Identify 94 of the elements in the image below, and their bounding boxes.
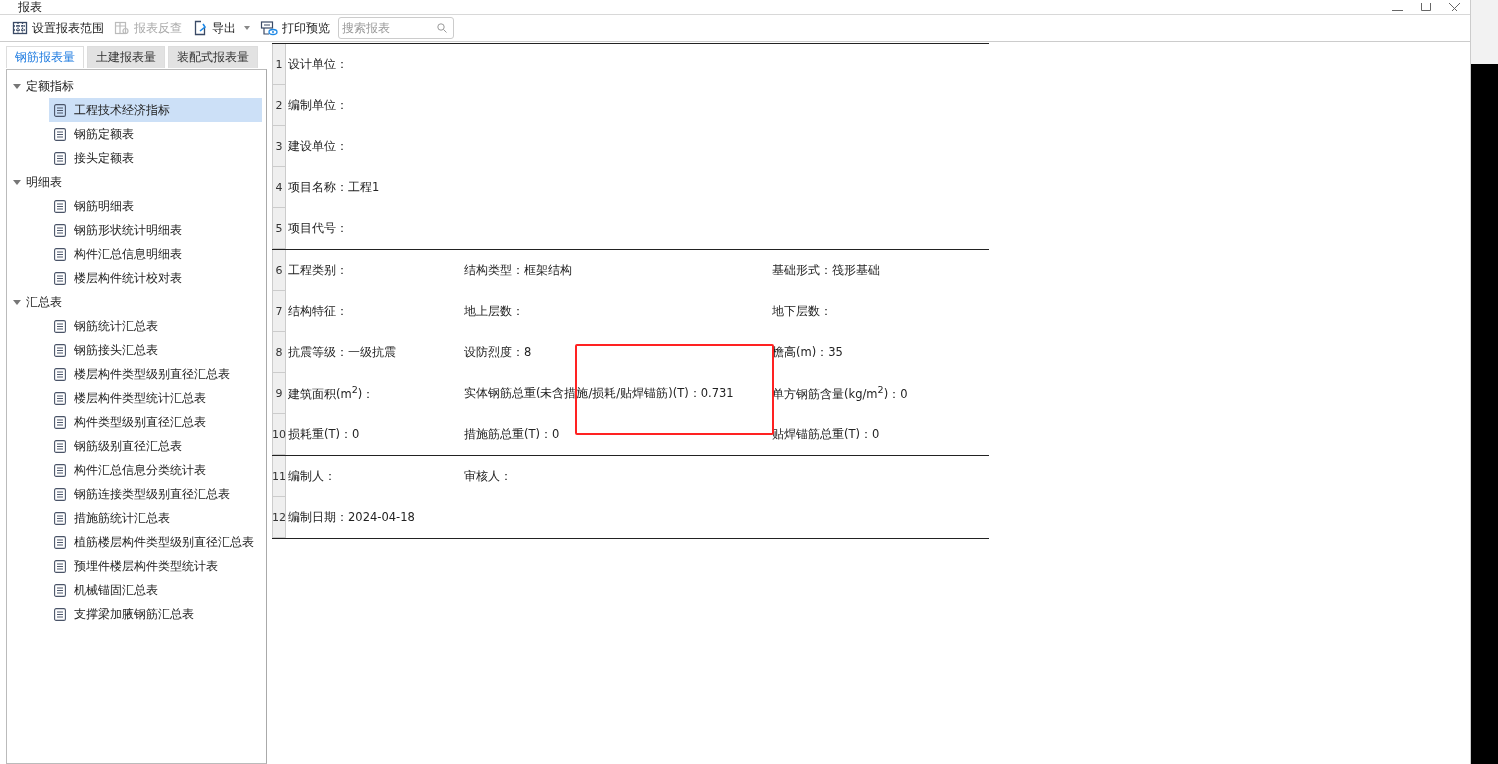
tree-item[interactable]: 楼层构件类型级别直径汇总表 [49, 362, 262, 386]
report-field: 措施筋总重(T)：0 [464, 427, 560, 441]
tree-item[interactable]: 钢筋连接类型级别直径汇总表 [49, 482, 262, 506]
tab[interactable]: 钢筋报表量 [6, 46, 84, 68]
report-field: 抗震等级：一级抗震 [288, 345, 396, 359]
report-field: 编制单位： [288, 98, 348, 112]
tree-item[interactable]: 构件汇总信息明细表 [49, 242, 262, 266]
tree-item[interactable]: 接头定额表 [49, 146, 262, 170]
report-field: 设防烈度：8 [464, 345, 532, 359]
report-field: 工程类别： [288, 263, 348, 277]
document-icon [54, 103, 66, 117]
tree-item[interactable]: 钢筋形状统计明细表 [49, 218, 262, 242]
tree-item[interactable]: 支撑梁加腋钢筋汇总表 [49, 602, 262, 626]
grid-search-icon [114, 20, 130, 36]
document-icon [54, 127, 66, 141]
report-field: 设计单位： [288, 57, 348, 71]
document-icon [54, 511, 66, 525]
report-field: 损耗重(T)：0 [288, 427, 360, 441]
document-icon [54, 439, 66, 453]
row-number: 12 [272, 497, 286, 538]
tab[interactable]: 土建报表量 [87, 46, 165, 68]
tree-item[interactable]: 构件类型级别直径汇总表 [49, 410, 262, 434]
tree-item[interactable]: 楼层构件统计校对表 [49, 266, 262, 290]
document-icon [54, 367, 66, 381]
tree-item[interactable]: 钢筋定额表 [49, 122, 262, 146]
tree-group[interactable]: 汇总表 [26, 293, 62, 311]
report-field: 建筑面积(m$^{2}$)： [288, 387, 375, 402]
row-number: 1 [272, 44, 286, 85]
document-icon [54, 559, 66, 573]
row-number: 3 [272, 126, 286, 167]
tree-item[interactable]: 植筋楼层构件类型级别直径汇总表 [49, 530, 262, 554]
row-number: 10 [272, 414, 286, 455]
export-icon [192, 20, 208, 36]
expanded-triangle-icon[interactable] [13, 298, 21, 306]
row-number: 11 [272, 456, 286, 497]
toolbar-button[interactable]: 导出 [190, 17, 252, 39]
report-field: 审核人： [464, 469, 512, 483]
document-icon [54, 271, 66, 285]
search-field[interactable]: 搜索报表 [338, 17, 454, 39]
document-icon [54, 343, 66, 357]
report-field: 项目名称：工程1 [288, 180, 380, 194]
toolbar-button[interactable]: 打印预览 [258, 17, 332, 39]
row-number: 5 [272, 208, 286, 249]
row-number: 7 [272, 291, 286, 332]
document-icon [54, 415, 66, 429]
tree-item[interactable]: 钢筋统计汇总表 [49, 314, 262, 338]
document-icon [54, 151, 66, 165]
report-field: 建设单位： [288, 139, 348, 153]
document-icon [54, 583, 66, 597]
document-icon [54, 223, 66, 237]
document-icon [54, 463, 66, 477]
report-field: 地上层数： [464, 304, 524, 318]
row-number: 4 [272, 167, 286, 208]
expanded-triangle-icon[interactable] [13, 82, 21, 90]
report-field: 项目代号： [288, 221, 348, 235]
document-icon [54, 247, 66, 261]
tree-group[interactable]: 定额指标 [26, 77, 74, 95]
tree-item[interactable]: 构件汇总信息分类统计表 [49, 458, 262, 482]
tree-item[interactable]: 钢筋明细表 [49, 194, 262, 218]
tree-item[interactable]: 钢筋接头汇总表 [49, 338, 262, 362]
grid-icon [12, 20, 28, 36]
row-number: 6 [272, 250, 286, 291]
report-field: 结构类型：框架结构 [464, 263, 572, 277]
toolbar-button[interactable]: 设置报表范围 [10, 17, 106, 39]
document-icon [54, 319, 66, 333]
report-field: 结构特征： [288, 304, 348, 318]
maximize-icon[interactable] [1421, 3, 1431, 11]
tree-group[interactable]: 明细表 [26, 173, 62, 191]
tree-item[interactable]: 钢筋级别直径汇总表 [49, 434, 262, 458]
caret-icon[interactable] [244, 26, 250, 30]
document-icon [54, 391, 66, 405]
document-icon [54, 535, 66, 549]
window-title: 报表 [18, 0, 42, 14]
report-field: 编制人： [288, 469, 336, 483]
row-number: 2 [272, 85, 286, 126]
document-icon [54, 199, 66, 213]
tree-item[interactable]: 机械锚固汇总表 [49, 578, 262, 602]
row-number: 8 [272, 332, 286, 373]
tree-item[interactable]: 措施筋统计汇总表 [49, 506, 262, 530]
document-icon [54, 607, 66, 621]
tree-item[interactable]: 工程技术经济指标 [49, 98, 262, 122]
search-icon [437, 23, 447, 33]
expanded-triangle-icon[interactable] [13, 178, 21, 186]
tree-item[interactable]: 预埋件楼层构件类型统计表 [49, 554, 262, 578]
tree-item[interactable]: 楼层构件类型统计汇总表 [49, 386, 262, 410]
close-icon[interactable] [1449, 3, 1460, 11]
print-preview-icon [260, 20, 278, 36]
report-field: 地下层数： [772, 304, 832, 318]
row-number: 9 [272, 373, 286, 414]
report-field: 基础形式：筏形基础 [772, 263, 880, 277]
document-icon [54, 487, 66, 501]
tab[interactable]: 装配式报表量 [168, 46, 258, 68]
report-field: 编制日期：2024-04-18 [288, 510, 415, 524]
report-field: 实体钢筋总重(未含措施/损耗/贴焊锚筋)(T)：0.731 [464, 386, 734, 400]
